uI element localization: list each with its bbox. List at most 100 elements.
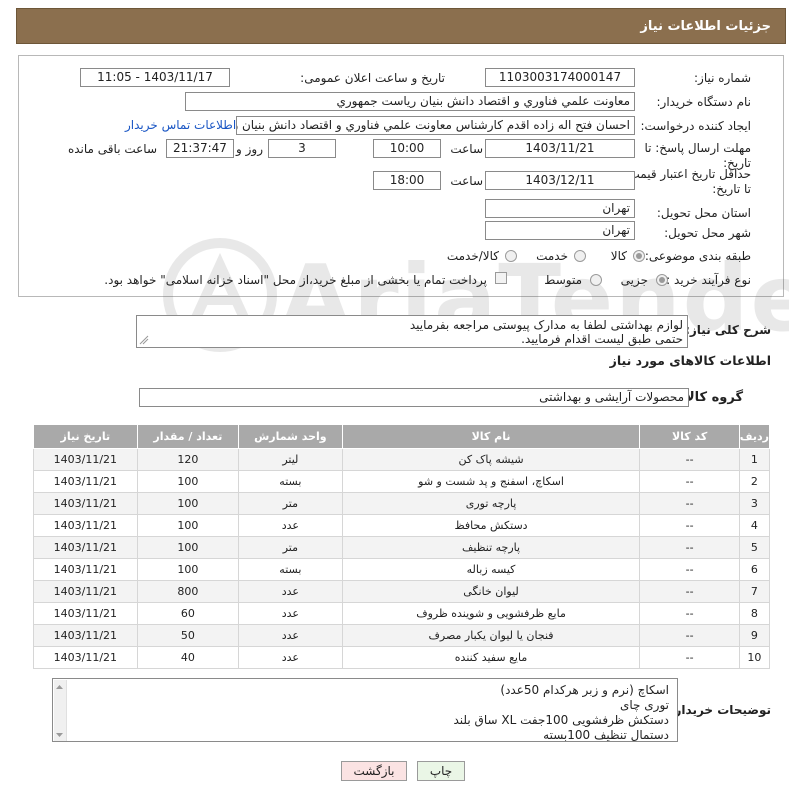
cell-row-number: 5 [738,536,771,559]
category-option-goods-service: کالا/خدمت [446,249,499,263]
summary-label: شرح کلی نیاز: [685,323,771,337]
cell-quantity: 50 [136,624,240,647]
purchase-type-radio-medium[interactable] [590,274,602,286]
cell-need-date: 1403/11/21 [33,470,138,493]
cell-product-code: -- [639,536,740,559]
table-row[interactable]: 10 -- مایع سفید کننده عدد 40 1403/11/21 [33,646,771,669]
buyer-notes-textarea[interactable]: اسکاچ (نرم و زبر هرکدام 50عدد) توری چای دس… [52,678,678,742]
cell-need-date: 1403/11/21 [33,492,138,515]
cell-quantity: 120 [136,448,240,471]
cell-need-date: 1403/11/21 [33,558,138,581]
purchase-type-option-minor: جزیی [620,273,648,287]
requester-field[interactable]: احسان فتح اله زاده اقدم کارشناس معاونت ع… [236,116,635,135]
table-row[interactable]: 8 -- مایع ظرفشویی و شوینده ظروف عدد 60 1403/1… [33,602,771,625]
cell-row-number: 3 [738,492,771,515]
table-row[interactable]: 1 -- شیشه پاک کن لیتر 120 1403/11/21 [33,448,771,471]
table-row[interactable]: 7 -- لیوان خانگی عدد 800 1403/11/21 [33,580,771,603]
category-option-goods: کالا [610,249,627,263]
cell-unit: متر [238,492,343,515]
cell-need-date: 1403/11/21 [33,448,138,471]
cell-quantity: 60 [136,602,240,625]
cell-need-date: 1403/11/21 [33,514,138,537]
print-button[interactable]: چاپ [417,761,465,781]
buyer-contact-link[interactable]: اطلاعات تماس خریدار [125,118,236,132]
cell-quantity: 800 [136,580,240,603]
cell-unit: عدد [238,580,343,603]
category-option-service: خدمت [536,249,568,263]
reply-deadline-date-field[interactable]: 1403/11/21 [485,139,635,158]
cell-product-code: -- [639,624,740,647]
announce-datetime-label: تاریخ و ساعت اعلان عمومی: [300,71,445,85]
col-header-qty: تعداد / مقدار [136,424,240,449]
days-label: روز و [236,142,263,156]
category-radio-goods-service[interactable] [505,250,517,262]
reply-time-label: ساعت [450,142,483,156]
col-header-date: تاریخ نیاز [33,424,138,449]
notes-scrollbar[interactable] [54,680,67,741]
cell-need-date: 1403/11/21 [33,646,138,669]
cell-product-name: اسکاچ، اسفنج و پد شست و شو [341,470,641,493]
cell-row-number: 8 [738,602,771,625]
cell-need-date: 1403/11/21 [33,624,138,647]
cell-product-code: -- [639,514,740,537]
remaining-time-label: ساعت باقی مانده [67,142,157,156]
summary-line-1: لوازم بهداشتی لطفا به مدارک پیوستی مراجع… [409,318,683,332]
table-row[interactable]: 3 -- پارچه توری متر 100 1403/11/21 [33,492,771,515]
cell-row-number: 9 [738,624,771,647]
goods-section-title: اطلاعات کالاهای مورد نیاز [609,353,771,368]
cell-quantity: 40 [136,646,240,669]
cell-product-name: مایع ظرفشویی و شوینده ظروف [341,602,641,625]
buyer-notes-label: توضیحات خریدار: [669,703,771,717]
reply-deadline-time-field[interactable]: 10:00 [373,139,441,158]
price-validity-date-field[interactable]: 1403/12/11 [485,171,635,190]
announce-datetime-field[interactable]: 1403/11/17 - 11:05 [80,68,230,87]
price-validity-time-field[interactable]: 18:00 [373,171,441,190]
buyer-org-field[interactable]: معاونت علمي فناوري و اقتصاد دانش بنيان ر… [185,92,635,111]
purchase-type-label: نوع فرآیند خرید : [666,273,751,287]
need-number-field[interactable]: 1103003174000147 [485,68,635,87]
cell-product-code: -- [639,646,740,669]
col-header-row: ردیف [738,424,771,449]
table-row[interactable]: 6 -- کیسه زباله بسته 100 1403/11/21 [33,558,771,581]
table-row[interactable]: 9 -- فنجان یا لیوان یکبار مصرف عدد 50 1403/11… [33,624,771,647]
table-row[interactable]: 2 -- اسکاچ، اسفنج و پد شست و شو بسته 100 1403… [33,470,771,493]
cell-row-number: 10 [738,646,771,669]
remaining-time-field[interactable]: 21:37:47 [166,139,234,158]
goods-table: ردیف کد کالا نام کالا واحد شمارش تعداد /… [33,424,771,669]
city-label: شهر محل تحویل: [664,226,751,240]
purchase-type-radio-minor[interactable] [656,274,668,286]
back-button[interactable]: بازگشت [341,761,407,781]
resize-grip-icon[interactable] [139,335,149,345]
province-field[interactable]: تهران [485,199,635,218]
category-radio-service[interactable] [574,250,586,262]
price-validity-time-label: ساعت [450,174,483,188]
buyer-notes-line: توری چای [619,698,669,712]
buyer-notes-line: دستکش ظرفشویی 100جفت XL ساق بلند [453,713,669,727]
province-label: استان محل تحویل: [656,206,751,220]
reply-days-field[interactable]: 3 [268,139,336,158]
cell-row-number: 2 [738,470,771,493]
table-row[interactable]: 4 -- دستکش محافظ عدد 100 1403/11/21 [33,514,771,537]
cell-product-name: شیشه پاک کن [341,448,641,471]
treasury-payment-checkbox[interactable] [495,272,507,284]
summary-textarea[interactable]: لوازم بهداشتی لطفا به مدارک پیوستی مراجع… [136,315,688,348]
city-field[interactable]: تهران [485,221,635,240]
category-radio-goods[interactable] [633,250,645,262]
cell-quantity: 100 [136,492,240,515]
table-row[interactable]: 5 -- پارچه تنظیف متر 100 1403/11/21 [33,536,771,559]
cell-row-number: 1 [738,448,771,471]
need-number-label: شماره نیاز: [694,71,751,85]
cell-unit: عدد [238,514,343,537]
cell-product-name: لیوان خانگی [341,580,641,603]
cell-product-name: پارچه تنظیف [341,536,641,559]
buyer-notes-line: اسکاچ (نرم و زبر هرکدام 50عدد) [500,683,669,697]
goods-group-field[interactable]: محصولات آرایشی و بهداشتی [139,388,689,407]
treasury-payment-note: پرداخت تمام یا بخشی از مبلغ خرید،از محل … [104,273,487,287]
cell-product-name: مایع سفید کننده [341,646,641,669]
buyer-notes-content: اسکاچ (نرم و زبر هرکدام 50عدد) توری چای دس… [453,683,669,741]
col-header-code: کد کالا [639,424,740,449]
category-label: طبقه بندی موضوعی: [644,249,751,263]
cell-unit: عدد [238,646,343,669]
cell-unit: عدد [238,602,343,625]
cell-product-code: -- [639,448,740,471]
